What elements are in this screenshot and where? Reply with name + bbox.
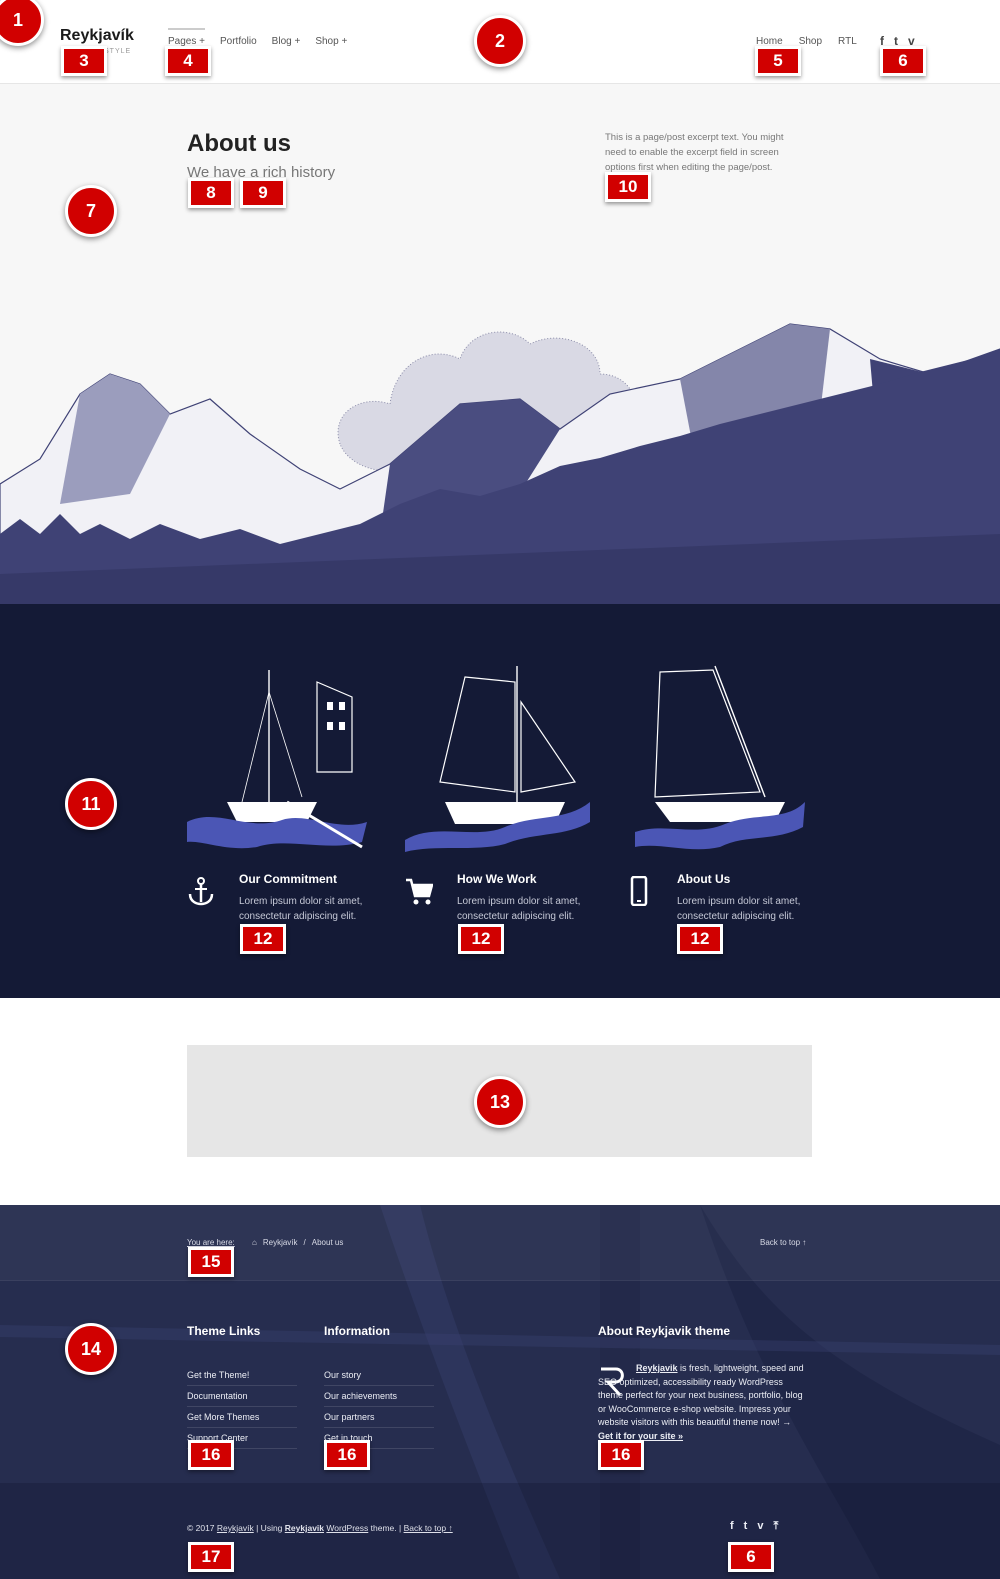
- copyright-suffix: theme. |: [368, 1523, 404, 1533]
- nav-item-portfolio[interactable]: Portfolio: [220, 36, 257, 47]
- annotation-label: 4: [165, 46, 211, 76]
- annotation-circle: 13: [474, 1076, 526, 1128]
- annotation-label: 6: [880, 46, 926, 76]
- footer-column-title: Theme Links: [187, 1324, 261, 1338]
- harbor-boat-illustration: [187, 670, 367, 849]
- annotation-circle: 7: [65, 185, 117, 237]
- back-to-top-icon[interactable]: ⤒: [773, 1520, 778, 1533]
- annotation-label: 3: [61, 46, 107, 76]
- annotation-circle: 11: [65, 778, 117, 830]
- nav-item-pages[interactable]: Pages +: [168, 28, 205, 47]
- nav-item-shop[interactable]: Shop +: [315, 36, 347, 47]
- get-theme-link[interactable]: Get it for your site »: [598, 1431, 683, 1441]
- anchor-icon: [188, 877, 214, 906]
- breadcrumb-bar: You are here: ⌂ Reykjavík / About us Bac…: [0, 1205, 1000, 1281]
- breadcrumb: ⌂ Reykjavík / About us: [252, 1238, 343, 1247]
- breadcrumb-current: About us: [311, 1238, 344, 1247]
- back-to-top-link[interactable]: Back to top ↑: [760, 1238, 806, 1247]
- facebook-icon[interactable]: f: [730, 1520, 734, 1533]
- feature-text: Lorem ipsum dolor sit amet, consectetur …: [457, 896, 581, 922]
- footer-link[interactable]: Get More Themes: [187, 1407, 297, 1428]
- theme-links-list: Get the Theme! Documentation Get More Th…: [187, 1365, 297, 1449]
- annotation-label: 16: [324, 1440, 370, 1470]
- sailing-yacht-illustration: [635, 665, 805, 850]
- footer-link[interactable]: Documentation: [187, 1386, 297, 1407]
- secondary-nav-shop[interactable]: Shop: [799, 36, 822, 47]
- page-intro-hero: About us We have a rich history This is …: [0, 84, 1000, 604]
- footer-social-links: f t v ⤒: [730, 1520, 778, 1533]
- annotation-label: 12: [677, 924, 723, 954]
- page-title: About us: [187, 130, 291, 157]
- page: Reykjavík STYLE Pages + Portfolio Blog +…: [0, 0, 1000, 1579]
- annotation-label: 5: [755, 46, 801, 76]
- copyright-prefix: © 2017: [187, 1523, 217, 1533]
- annotation-label: 16: [188, 1440, 234, 1470]
- copyright-wordpress-link[interactable]: WordPress: [326, 1523, 368, 1533]
- annotation-circle: 2: [474, 15, 526, 67]
- copyright-using: | Using: [253, 1523, 285, 1533]
- feature-title: About Us: [677, 872, 731, 886]
- site-tagline: STYLE: [104, 48, 132, 55]
- annotation-label: 6: [728, 1542, 774, 1572]
- footer-bottom-bar: [0, 1483, 1000, 1579]
- copyright-site-link[interactable]: Reykjavík: [217, 1523, 254, 1533]
- annotation-label: 9: [240, 178, 286, 208]
- annotation-label: 10: [605, 172, 651, 202]
- copyright-back-to-top-link[interactable]: Back to top ↑: [404, 1523, 453, 1533]
- about-theme-text: Reykjavik is fresh, lightweight, speed a…: [598, 1362, 806, 1443]
- site-footer: You are here: ⌂ Reykjavík / About us Bac…: [0, 1205, 1000, 1579]
- information-links-list: Our story Our achievements Our partners …: [324, 1365, 434, 1449]
- annotation-label: 8: [188, 178, 234, 208]
- annotation-label: 12: [240, 924, 286, 954]
- footer-column-title: About Reykjavik theme: [598, 1324, 731, 1338]
- feature-text: Lorem ipsum dolor sit amet, consectetur …: [239, 896, 363, 922]
- twitter-icon[interactable]: t: [744, 1520, 748, 1533]
- footer-link[interactable]: Get the Theme!: [187, 1365, 297, 1386]
- home-icon[interactable]: ⌂: [252, 1238, 257, 1247]
- secondary-nav-rtl[interactable]: RTL: [838, 36, 857, 47]
- about-theme-name[interactable]: Reykjavik: [636, 1363, 678, 1373]
- nav-item-blog[interactable]: Blog +: [272, 36, 301, 47]
- mobile-icon: [630, 876, 648, 906]
- vimeo-icon[interactable]: v: [757, 1520, 763, 1533]
- about-theme-description: is fresh, lightweight, speed and SEO opt…: [598, 1363, 804, 1427]
- footer-link[interactable]: Our achievements: [324, 1386, 434, 1407]
- footer-link[interactable]: Our story: [324, 1365, 434, 1386]
- feature-title: How We Work: [457, 872, 537, 886]
- feature-title: Our Commitment: [239, 872, 338, 886]
- annotation-label: 17: [188, 1542, 234, 1572]
- footer-link[interactable]: Our partners: [324, 1407, 434, 1428]
- sailboat-illustration: [405, 666, 590, 852]
- feature-text: Lorem ipsum dolor sit amet, consectetur …: [677, 896, 801, 922]
- site-logo[interactable]: Reykjavík: [60, 27, 134, 45]
- annotation-label: 16: [598, 1440, 644, 1470]
- annotation-label: 12: [458, 924, 504, 954]
- annotation-circle: 14: [65, 1323, 117, 1375]
- mountain-illustration: [0, 323, 1000, 604]
- cart-icon: [406, 878, 433, 905]
- breadcrumb-label: You are here:: [187, 1238, 235, 1247]
- breadcrumb-home-link[interactable]: Reykjavík: [263, 1238, 298, 1247]
- annotation-label: 15: [188, 1247, 234, 1277]
- footer-column-title: Information: [324, 1324, 390, 1338]
- copyright-text: © 2017 Reykjavík | Using Reykjavik WordP…: [187, 1523, 453, 1533]
- copyright-theme-link[interactable]: Reykjavik: [285, 1523, 324, 1533]
- page-excerpt: This is a page/post excerpt text. You mi…: [605, 132, 784, 173]
- breadcrumb-separator: /: [303, 1238, 306, 1247]
